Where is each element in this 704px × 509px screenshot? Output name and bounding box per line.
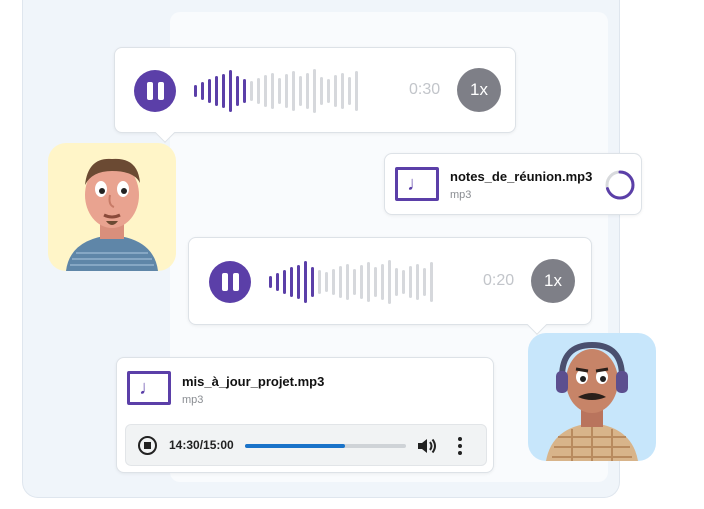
volume-icon[interactable]: [416, 436, 438, 456]
waveform-bar: [332, 269, 335, 295]
file-type: mp3: [450, 189, 472, 201]
waveform-bar: [285, 74, 288, 108]
voice-duration: 0:20: [483, 272, 515, 289]
audio-player: 14:30/15:00: [125, 424, 487, 466]
waveform-bar: [346, 264, 349, 300]
waveform-bar: [278, 78, 281, 104]
waveform-bar: [276, 273, 279, 291]
seek-bar-progress: [245, 444, 345, 448]
waveform-bar: [320, 77, 323, 105]
waveform-bar: [374, 267, 377, 297]
avatar-man-headphones: [528, 333, 656, 461]
waveform-bar: [306, 73, 309, 109]
waveform-bar: [318, 270, 321, 294]
waveform-bar: [430, 262, 433, 302]
waveform-bar: [348, 77, 351, 105]
audio-waveform[interactable]: [194, 66, 362, 116]
waveform-bar: [269, 276, 272, 288]
waveform-bar: [423, 268, 426, 296]
more-options-icon[interactable]: [457, 437, 463, 458]
waveform-bar: [236, 76, 239, 106]
waveform-bar: [229, 70, 232, 112]
pause-icon: [146, 82, 153, 100]
waveform-bar: [283, 270, 286, 294]
waveform-bar: [339, 266, 342, 298]
waveform-bar: [355, 71, 358, 111]
waveform-bar: [243, 79, 246, 103]
voice-duration: 0:30: [409, 81, 441, 98]
waveform-bar: [381, 264, 384, 300]
waveform-bar: [297, 265, 300, 299]
loading-spinner-icon: [605, 170, 635, 200]
waveform-bar: [341, 73, 344, 109]
playback-speed-button[interactable]: 1x: [457, 68, 501, 112]
waveform-bar: [416, 264, 419, 300]
file-type: mp3: [182, 394, 204, 406]
waveform-bar: [222, 74, 225, 108]
waveform-bar: [395, 268, 398, 296]
avatar-man-glasses: [48, 143, 176, 271]
file-message-1[interactable]: ♩ notes_de_réunion.mp3 mp3: [384, 153, 642, 215]
waveform-bar: [201, 82, 204, 100]
waveform-bar: [367, 262, 370, 302]
voice-message-1: 0:30 1x: [114, 47, 516, 133]
waveform-bar: [250, 81, 253, 101]
music-note-icon: ♩: [395, 167, 439, 201]
playback-speed-button[interactable]: 1x: [531, 259, 575, 303]
waveform-bar: [353, 269, 356, 295]
waveform-bar: [292, 71, 295, 111]
waveform-bar: [313, 69, 316, 113]
waveform-bar: [327, 79, 330, 103]
waveform-bar: [271, 73, 274, 109]
waveform-bar: [257, 78, 260, 104]
waveform-bar: [325, 272, 328, 292]
waveform-bar: [208, 79, 211, 103]
file-name: mis_à_jour_projet.mp3: [182, 374, 325, 389]
waveform-bar: [299, 76, 302, 106]
stop-button-icon[interactable]: [138, 436, 157, 455]
pause-icon: [221, 273, 228, 291]
pause-button[interactable]: [134, 70, 176, 112]
waveform-bar: [311, 267, 314, 297]
waveform-bar: [264, 75, 267, 107]
waveform-bar: [215, 76, 218, 106]
waveform-bar: [304, 261, 307, 303]
waveform-bar: [290, 267, 293, 297]
file-message-2: ♩ mis_à_jour_projet.mp3 mp3 14:30/15:00: [116, 357, 494, 473]
waveform-bar: [334, 75, 337, 107]
pause-button[interactable]: [209, 261, 251, 303]
waveform-bar: [360, 265, 363, 299]
waveform-bar: [402, 270, 405, 294]
seek-bar[interactable]: [245, 444, 406, 448]
waveform-bar: [194, 85, 197, 97]
audio-waveform[interactable]: [269, 257, 437, 307]
music-note-icon: ♩: [127, 371, 171, 405]
waveform-bar: [388, 260, 391, 304]
voice-message-2: 0:20 1x: [188, 237, 592, 325]
waveform-bar: [409, 266, 412, 298]
player-time: 14:30/15:00: [169, 438, 234, 452]
file-name: notes_de_réunion.mp3: [450, 169, 593, 184]
